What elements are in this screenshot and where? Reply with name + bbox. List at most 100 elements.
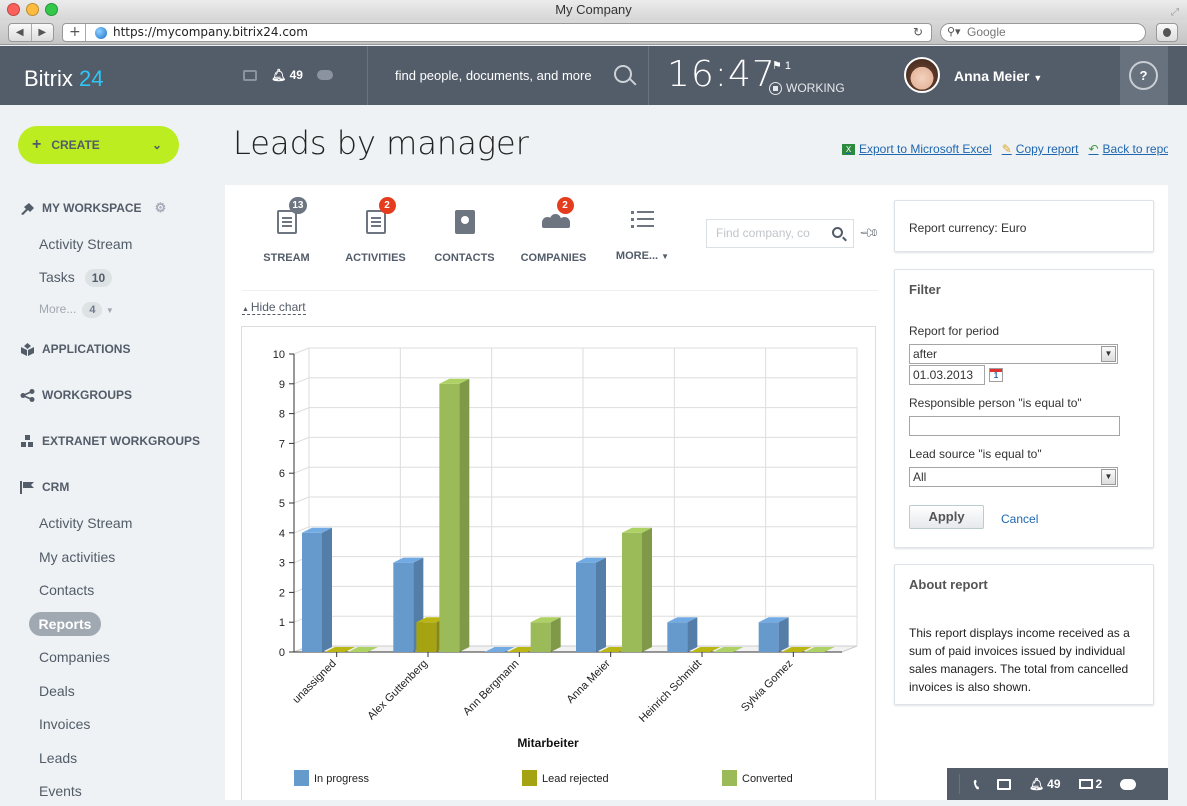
close-window-button[interactable] xyxy=(7,3,20,16)
source-value: All xyxy=(913,470,927,484)
source-select[interactable]: All ▼ xyxy=(909,467,1118,487)
page-title: Leads by manager xyxy=(233,124,529,162)
nav-buttons: ◀ ▶ xyxy=(8,23,54,42)
bar xyxy=(302,527,332,652)
notifications-count: 49 xyxy=(1047,777,1061,791)
period-select[interactable]: after ▼ xyxy=(909,344,1118,364)
tab-companies[interactable]: 2 COMPANIES xyxy=(509,197,598,264)
sidebar-item-activity-stream[interactable]: Activity Stream xyxy=(39,236,132,252)
bar-front xyxy=(667,622,688,652)
bar xyxy=(576,557,606,652)
copy-report-link[interactable]: ✎ Copy report xyxy=(1002,142,1079,156)
reader-button[interactable] xyxy=(1156,23,1178,42)
mail-button[interactable]: 2 xyxy=(1078,777,1102,791)
notifications-button[interactable]: 🔔︎ 49 xyxy=(1029,777,1061,791)
minimize-window-button[interactable] xyxy=(26,3,39,16)
export-excel-link[interactable]: X Export to Microsoft Excel xyxy=(842,142,992,156)
sidebar-item-leads[interactable]: Leads xyxy=(39,750,77,766)
period-label: Report for period xyxy=(909,324,1000,338)
address-book-icon xyxy=(454,210,475,234)
search-icon[interactable] xyxy=(614,65,632,83)
sidebar-item-more[interactable]: More... 4 ▼ xyxy=(39,302,114,318)
back-arrow-icon: ↶ xyxy=(1088,142,1099,156)
tab-label: COMPANIES xyxy=(520,252,587,264)
report-actions: X Export to Microsoft Excel ✎ Copy report … xyxy=(842,142,1183,156)
chat-button[interactable] xyxy=(996,778,1011,790)
y-tick-label: 7 xyxy=(279,438,285,450)
avatar[interactable] xyxy=(904,57,940,93)
sidebar-item-tasks[interactable]: Tasks 10 xyxy=(39,269,113,287)
bar-side xyxy=(596,557,606,652)
browser-search-input[interactable]: ⚲▾ Google xyxy=(940,23,1146,42)
section-extranet-workgroups[interactable]: EXTRANET WORKGROUPS xyxy=(20,434,200,448)
currency-text: Report currency: Euro xyxy=(909,221,1027,235)
work-status-text: WORKING xyxy=(786,81,845,95)
section-workgroups[interactable]: WORKGROUPS xyxy=(20,388,132,402)
copy-label: Copy report xyxy=(1015,142,1079,156)
bar xyxy=(530,617,561,652)
help-button[interactable]: ? xyxy=(1129,61,1158,90)
sidebar-item-invoices[interactable]: Invoices xyxy=(39,716,90,732)
cloud-icon[interactable] xyxy=(316,70,333,80)
back-button[interactable]: ◀ xyxy=(9,24,32,41)
sidebar-item-events[interactable]: Events xyxy=(39,783,82,799)
section-applications[interactable]: APPLICATIONS xyxy=(20,342,130,356)
work-status[interactable]: WORKING xyxy=(769,81,845,95)
search-icon: ⚲▾ xyxy=(947,26,961,38)
crm-search-input[interactable]: Find company, co xyxy=(706,219,854,248)
search-icon[interactable] xyxy=(832,227,843,238)
sidebar-item-contacts[interactable]: Contacts xyxy=(39,582,94,598)
address-bar[interactable]: + https://mycompany.bitrix24.com ↻ xyxy=(62,23,932,42)
global-search[interactable]: find people, documents, and more xyxy=(368,46,648,105)
create-button[interactable]: + CREATE ⌄ xyxy=(18,126,179,164)
cancel-link[interactable]: Cancel xyxy=(1001,512,1038,526)
grid-diagonal xyxy=(293,407,310,415)
messenger-icon[interactable] xyxy=(243,69,257,81)
apply-button[interactable]: Apply xyxy=(909,505,984,529)
notifications-button[interactable]: 🔔︎ 49 xyxy=(271,68,303,82)
flag-counter[interactable]: ⚑ 1 xyxy=(772,59,791,72)
tab-activities[interactable]: 2 ACTIVITIES xyxy=(331,197,420,264)
responsible-input[interactable] xyxy=(909,416,1120,436)
bar-side xyxy=(550,617,561,652)
x-tick-label: Sylvia Gomez xyxy=(739,658,795,714)
url-text: https://mycompany.bitrix24.com xyxy=(113,25,308,39)
user-menu[interactable]: Anna Meier ▼ xyxy=(954,68,1042,84)
sidebar-item-reports[interactable]: Reports xyxy=(29,612,101,636)
x-axis-label: Mitarbeiter xyxy=(517,736,579,750)
hide-chart-label: Hide chart xyxy=(250,300,306,314)
zoom-window-button[interactable] xyxy=(45,3,58,16)
tab-stream[interactable]: 13 STREAM xyxy=(242,197,331,264)
forward-button[interactable]: ▶ xyxy=(32,24,54,41)
reload-icon[interactable]: ↻ xyxy=(913,24,923,41)
bar-front xyxy=(393,562,414,652)
section-my-workspace[interactable]: MY WORKSPACE ⚙ xyxy=(20,200,166,216)
stop-icon xyxy=(769,81,782,95)
sidebar-item-companies[interactable]: Companies xyxy=(39,649,110,665)
clock[interactable]: 16:47 xyxy=(667,54,776,95)
phone-icon[interactable]: 📞︎ xyxy=(974,776,979,793)
y-tick-label: 0 xyxy=(279,647,285,659)
section-label: EXTRANET WORKGROUPS xyxy=(42,434,201,448)
date-input[interactable]: 01.03.2013 xyxy=(909,365,985,385)
cloud-button[interactable] xyxy=(1120,778,1137,790)
tasks-badge: 10 xyxy=(84,269,113,287)
sidebar-item-crm-activity-stream[interactable]: Activity Stream xyxy=(39,515,132,531)
about-box: About report This report displays income… xyxy=(894,564,1154,705)
tab-label: ACTIVITIES xyxy=(345,252,406,264)
sidebar-item-deals[interactable]: Deals xyxy=(39,683,75,699)
gear-icon[interactable]: ⚙ xyxy=(155,200,167,216)
hide-chart-toggle[interactable]: ▲ Hide chart xyxy=(242,300,306,315)
tab-contacts[interactable]: CONTACTS xyxy=(420,200,509,264)
section-crm[interactable]: CRM xyxy=(20,480,69,494)
add-bookmark-icon[interactable]: + xyxy=(69,24,81,41)
calendar-icon[interactable]: 1 xyxy=(989,368,1003,382)
sidebar-item-my-activities[interactable]: My activities xyxy=(39,549,115,565)
logo[interactable]: Bitrix 24 xyxy=(24,66,104,92)
pin-icon[interactable]: 📌︎ xyxy=(858,222,880,245)
caret-down-icon: ▼ xyxy=(661,252,670,261)
source-label: Lead source "is equal to" xyxy=(909,447,1042,461)
x-tick-label: Ann Bergmann xyxy=(461,658,521,718)
browser-search-placeholder: Google xyxy=(967,25,1006,39)
tab-more[interactable]: MORE... ▼ xyxy=(598,200,687,264)
